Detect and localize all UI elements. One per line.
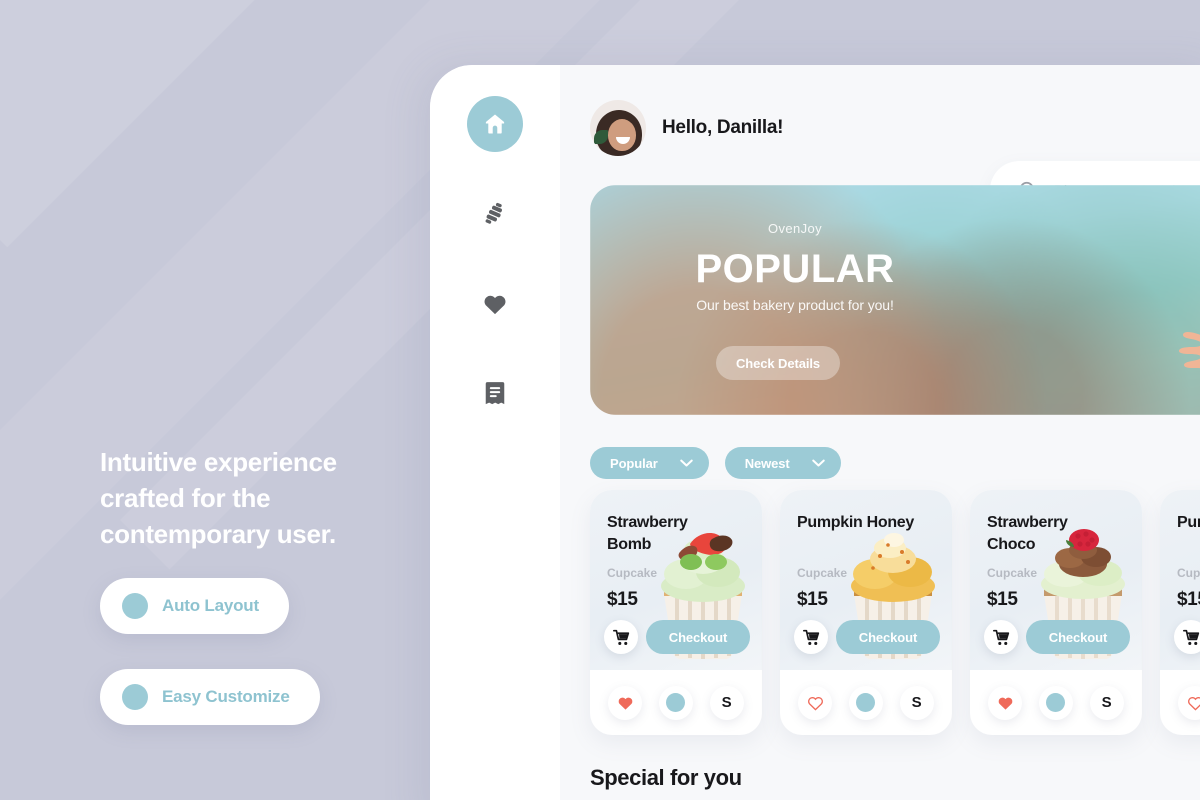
feature-pill-auto-layout[interactable]: Auto Layout <box>100 578 289 634</box>
product-card-footer: S <box>970 670 1142 735</box>
feature-pill-label: Auto Layout <box>162 596 259 615</box>
add-to-cart-button[interactable] <box>984 620 1018 654</box>
size-label: S <box>911 694 922 711</box>
checkout-button[interactable]: Checkout <box>646 620 750 654</box>
sidebar-item-home[interactable] <box>467 96 523 152</box>
sidebar-item-orders[interactable] <box>467 366 523 422</box>
filter-chips: Popular Newest <box>590 447 841 479</box>
bullet-dot-icon <box>122 593 148 619</box>
product-name: Strawberry Choco <box>987 514 1068 553</box>
heart-icon <box>484 295 506 315</box>
pointing-hand-image <box>1179 332 1200 369</box>
product-name: Pumpkin Honey <box>797 514 915 531</box>
chevron-down-icon <box>679 459 693 466</box>
color-swatch-button[interactable] <box>848 685 883 720</box>
cart-icon <box>802 629 819 645</box>
size-label: S <box>1101 694 1112 711</box>
color-swatch-icon <box>1046 693 1066 712</box>
product-card[interactable]: Pumpkin Honey Cupcake $15 Checkout <box>1160 490 1200 735</box>
bullet-dot-icon <box>122 684 148 710</box>
sidebar-item-favorites[interactable] <box>467 276 523 332</box>
product-card[interactable]: Pumpkin Honey Cupcake $15 Checkout <box>780 490 952 735</box>
add-to-cart-button[interactable] <box>1174 620 1200 654</box>
size-button[interactable]: S <box>1089 685 1124 720</box>
product-card-footer: S <box>590 670 762 735</box>
product-category: Cupcake <box>797 566 848 580</box>
product-name: Strawberry Bomb <box>607 514 688 553</box>
heart-icon <box>998 697 1013 710</box>
home-icon <box>485 114 505 134</box>
cart-icon <box>612 629 629 645</box>
product-category: Cupcake <box>987 566 1038 580</box>
product-card-footer: S <box>1160 670 1200 735</box>
chevron-down-icon <box>811 459 825 466</box>
filter-chip-popular[interactable]: Popular <box>590 447 709 479</box>
cart-icon <box>1182 629 1199 645</box>
color-swatch-button[interactable] <box>1038 685 1073 720</box>
sidebar <box>430 65 560 800</box>
size-button[interactable]: S <box>709 685 744 720</box>
filter-chip-newest[interactable]: Newest <box>724 447 841 479</box>
heart-icon <box>807 696 823 711</box>
section-title-special: Special for you <box>590 765 742 790</box>
hero-banner[interactable]: OvenJoy POPULAR Our best bakery product … <box>590 185 1200 415</box>
product-price: $15 <box>987 589 1018 610</box>
promo-panel: Intuitive experience crafted for the con… <box>0 0 440 800</box>
product-card-list: Strawberry Bomb Cupcake $15 Checkout S P… <box>590 490 1200 735</box>
color-swatch-button[interactable] <box>658 685 693 720</box>
heart-icon <box>618 697 633 710</box>
hero-brand: OvenJoy <box>767 221 823 236</box>
add-to-cart-button[interactable] <box>794 620 828 654</box>
product-card[interactable]: Strawberry Bomb Cupcake $15 Checkout S <box>590 490 762 735</box>
check-details-button[interactable]: Check Details <box>716 346 840 380</box>
sidebar-item-bakery[interactable] <box>467 186 523 242</box>
checkout-button[interactable]: Checkout <box>1026 620 1130 654</box>
avatar[interactable] <box>590 99 646 156</box>
product-card[interactable]: Strawberry Choco Cupcake $15 Checkout S <box>970 490 1142 735</box>
favorite-button[interactable] <box>988 685 1023 720</box>
product-name: Pumpkin Honey <box>1177 514 1200 531</box>
feature-pill-label: Easy Customize <box>162 687 290 706</box>
product-category: Cupcake <box>607 566 658 580</box>
color-swatch-icon <box>856 693 876 712</box>
product-category: Cupcake <box>1177 566 1200 580</box>
product-card-footer: S <box>780 670 952 735</box>
product-price: $15 <box>797 589 828 610</box>
color-swatch-icon <box>666 693 686 712</box>
favorite-button[interactable] <box>608 685 643 720</box>
hero-title: POPULAR <box>695 247 895 291</box>
avatar-image-face <box>608 118 636 151</box>
promo-headline: Intuitive experience crafted for the con… <box>100 447 337 549</box>
heart-icon <box>1187 696 1200 711</box>
favorite-button[interactable] <box>798 685 833 720</box>
greeting-text: Hello, Danilla! <box>662 116 784 138</box>
cart-icon <box>992 629 1009 645</box>
checkout-button[interactable]: Checkout <box>836 620 940 654</box>
filter-chip-label: Popular <box>610 455 658 471</box>
add-to-cart-button[interactable] <box>604 620 638 654</box>
croissant-icon <box>485 202 503 224</box>
size-button[interactable]: S <box>899 685 934 720</box>
product-price: $15 <box>607 589 638 610</box>
product-price: $15 <box>1177 589 1200 610</box>
receipt-icon <box>485 382 505 405</box>
filter-chip-label: Newest <box>744 455 790 471</box>
size-label: S <box>721 694 732 711</box>
favorite-button[interactable] <box>1178 685 1200 720</box>
feature-pill-easy-customize[interactable]: Easy Customize <box>100 669 320 725</box>
app-window: Hello, Danilla! Discover your taste! Ove… <box>430 65 1200 800</box>
